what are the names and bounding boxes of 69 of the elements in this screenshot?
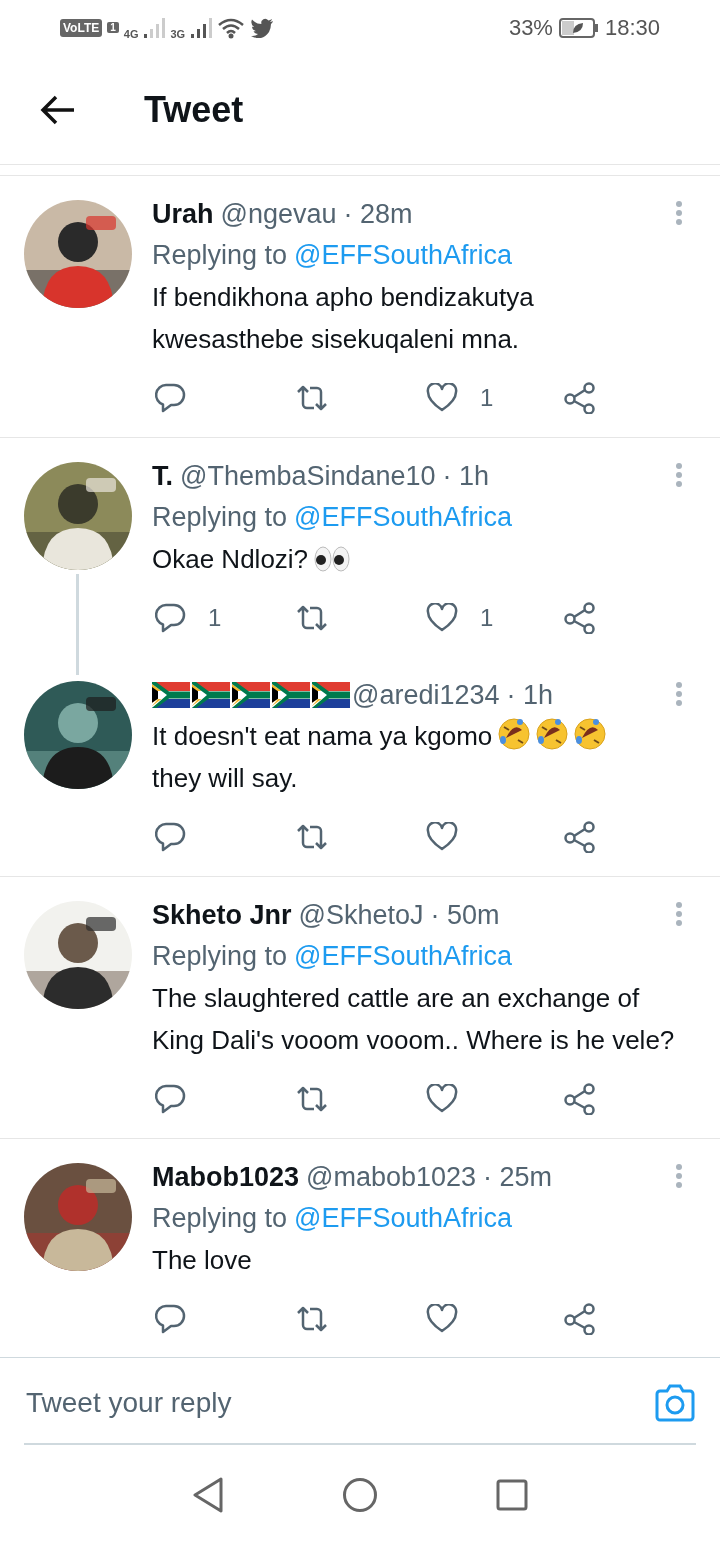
heart-icon[interactable]: [426, 1304, 458, 1334]
flag-icon: [312, 682, 350, 708]
tweet-time: · 1h: [442, 460, 490, 492]
camera-icon[interactable]: [654, 1383, 696, 1422]
bird-icon: [250, 17, 275, 38]
tweet-time: · 1h: [506, 679, 554, 711]
reply-icon[interactable]: [154, 382, 186, 414]
tweet-time: · 28m: [343, 198, 413, 230]
tweet-text: Okae Ndlozi?: [152, 544, 309, 574]
user-name[interactable]: Urah: [152, 198, 214, 230]
user-handle[interactable]: @ngevau: [220, 198, 337, 230]
heart-icon[interactable]: [426, 603, 458, 633]
back-nav-icon[interactable]: [192, 1477, 224, 1513]
user-name[interactable]: T.: [152, 460, 173, 492]
sim-badge: 1: [107, 22, 119, 33]
tweet-text: If bendikhona apho bendizakutya kwesasthebe sisekuqaleni mna.: [152, 282, 534, 354]
flag-icon: [272, 682, 310, 708]
signal-icon: [190, 16, 213, 39]
tweet-text: It doesn't eat nama ya kgomo: [152, 721, 493, 751]
flag-icon: [192, 682, 230, 708]
network-label: 3G: [170, 27, 186, 40]
replying-to-label: Replying to: [152, 239, 288, 271]
reply-icon[interactable]: [154, 602, 186, 634]
tweet-text: they will say.: [152, 762, 299, 795]
wifi-icon: [217, 16, 246, 39]
home-nav-icon[interactable]: [342, 1477, 378, 1513]
tweet-time: · 25m: [483, 1161, 553, 1193]
battery-icon: [558, 16, 599, 39]
volte-badge: VoLTE: [60, 18, 103, 37]
tweet-text: The slaughtered cattle are an exchange of King Dali's vooom vooom.. Where is he vele?: [152, 983, 675, 1055]
page-title: Tweet: [144, 88, 244, 131]
reply-field[interactable]: Tweet your reply: [24, 1385, 654, 1420]
eyes-icon: [314, 545, 351, 573]
laughing-emoji-icon: [574, 718, 607, 750]
back-arrow-icon[interactable]: [40, 94, 76, 125]
replying-to-label: Replying to: [152, 1202, 288, 1234]
battery-percent: 33%: [508, 14, 553, 41]
reply-count: 1: [208, 604, 222, 632]
user-handle[interactable]: @SkhetoJ: [298, 899, 424, 931]
share-icon[interactable]: [564, 602, 596, 634]
reply-icon[interactable]: [154, 1083, 186, 1115]
reply-icon[interactable]: [154, 1303, 186, 1335]
clock: 18:30: [604, 14, 660, 41]
replying-to-label: Replying to: [152, 501, 288, 533]
recents-nav-icon[interactable]: [496, 1479, 528, 1511]
user-handle[interactable]: @mabob1023: [306, 1161, 477, 1193]
heart-icon[interactable]: [426, 383, 458, 413]
user-handle[interactable]: @ThembaSindane10: [180, 460, 436, 492]
like-count: 1: [480, 604, 494, 632]
share-icon[interactable]: [564, 1303, 596, 1335]
user-handle[interactable]: @aredi1234: [352, 679, 500, 711]
share-icon[interactable]: [564, 382, 596, 414]
share-icon[interactable]: [564, 821, 596, 853]
tweet-time: · 50m: [430, 899, 500, 931]
share-icon[interactable]: [564, 1083, 596, 1115]
heart-icon[interactable]: [426, 1084, 458, 1114]
flag-icon: [232, 682, 270, 708]
user-name[interactable]: Skheto Jnr: [152, 899, 292, 931]
reply-icon[interactable]: [154, 821, 186, 853]
flag-icon: [152, 682, 190, 708]
laughing-emoji-icon: [536, 718, 569, 750]
network-label: 4G: [123, 27, 139, 40]
user-name[interactable]: Mabob1023: [152, 1161, 300, 1193]
tweet-text: The love: [152, 1245, 252, 1275]
heart-icon[interactable]: [426, 822, 458, 852]
laughing-emoji-icon: [498, 718, 531, 750]
signal-icon: [143, 16, 166, 39]
replying-to-label: Replying to: [152, 940, 288, 972]
like-count: 1: [480, 384, 494, 412]
